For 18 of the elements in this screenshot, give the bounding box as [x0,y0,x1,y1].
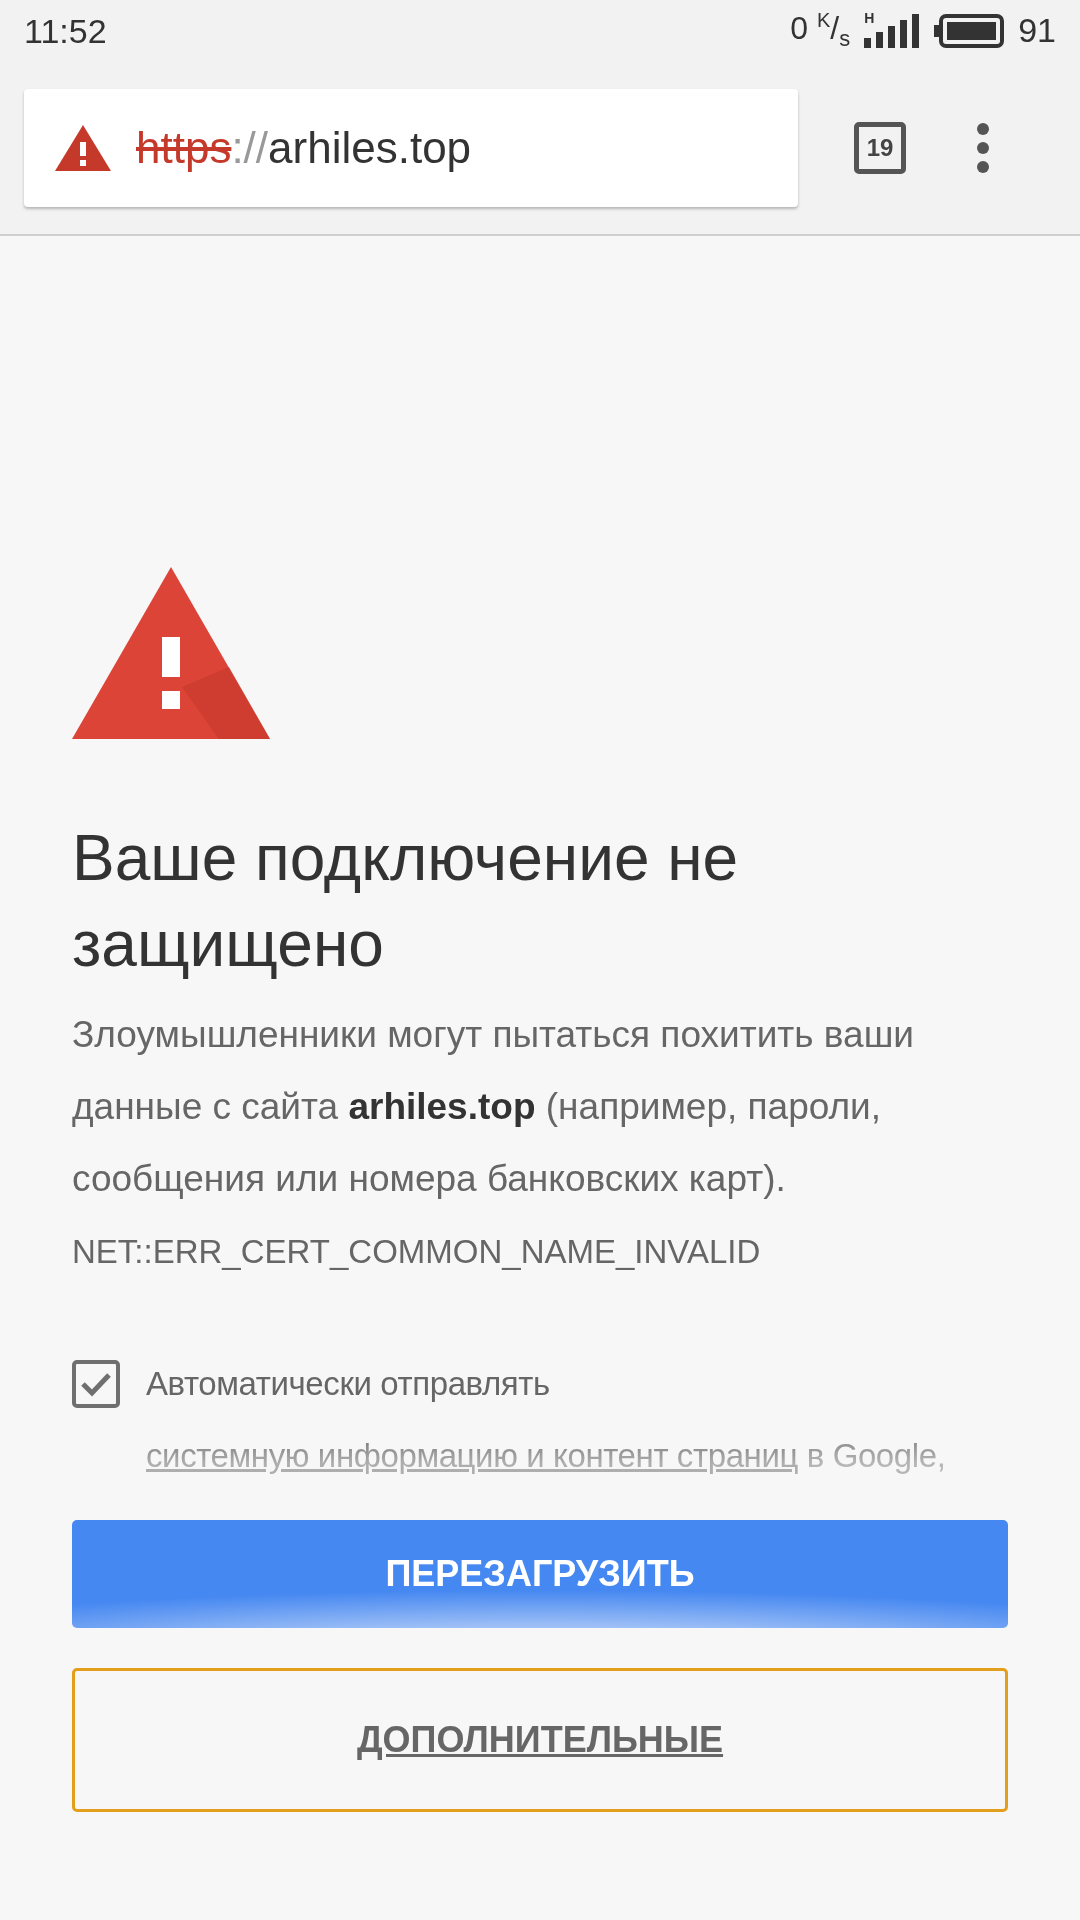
battery-level: 91 [1018,11,1056,51]
checkbox[interactable] [72,1360,120,1408]
tab-switcher-button[interactable]: 19 [854,122,906,174]
warning-icon [72,567,270,739]
battery-icon [934,14,1005,48]
page-heading: Ваше подключение не защищено [72,821,740,982]
check-icon [80,1371,112,1397]
address-bar[interactable]: https://arhiles.top [24,89,798,207]
warning-text: Злоумышленники могут пытаться похитить ваши данные с сайта arhiles.top (например, пароли, сообщения или номера банковских карт). [72,1014,914,1199]
url-text: https://arhiles.top [136,123,472,173]
reload-button[interactable]: ПЕРЕЗАГРУЗИТЬ [72,1520,1008,1628]
error-code: NET::ERR_CERT_COMMON_NAME_INVALID [72,1233,761,1270]
network-speed: 0 $^{K}$/$_{s}$ [790,9,851,53]
warning-icon[interactable] [54,124,112,172]
clock: 11:52 [24,11,107,51]
menu-icon[interactable] [976,122,990,174]
details-button[interactable]: ДОПОЛНИТЕЛЬНЫЕ [72,1668,1008,1812]
report-label: Автоматически отправлять системную информацию и контент страниц в Google, [146,1364,947,1476]
